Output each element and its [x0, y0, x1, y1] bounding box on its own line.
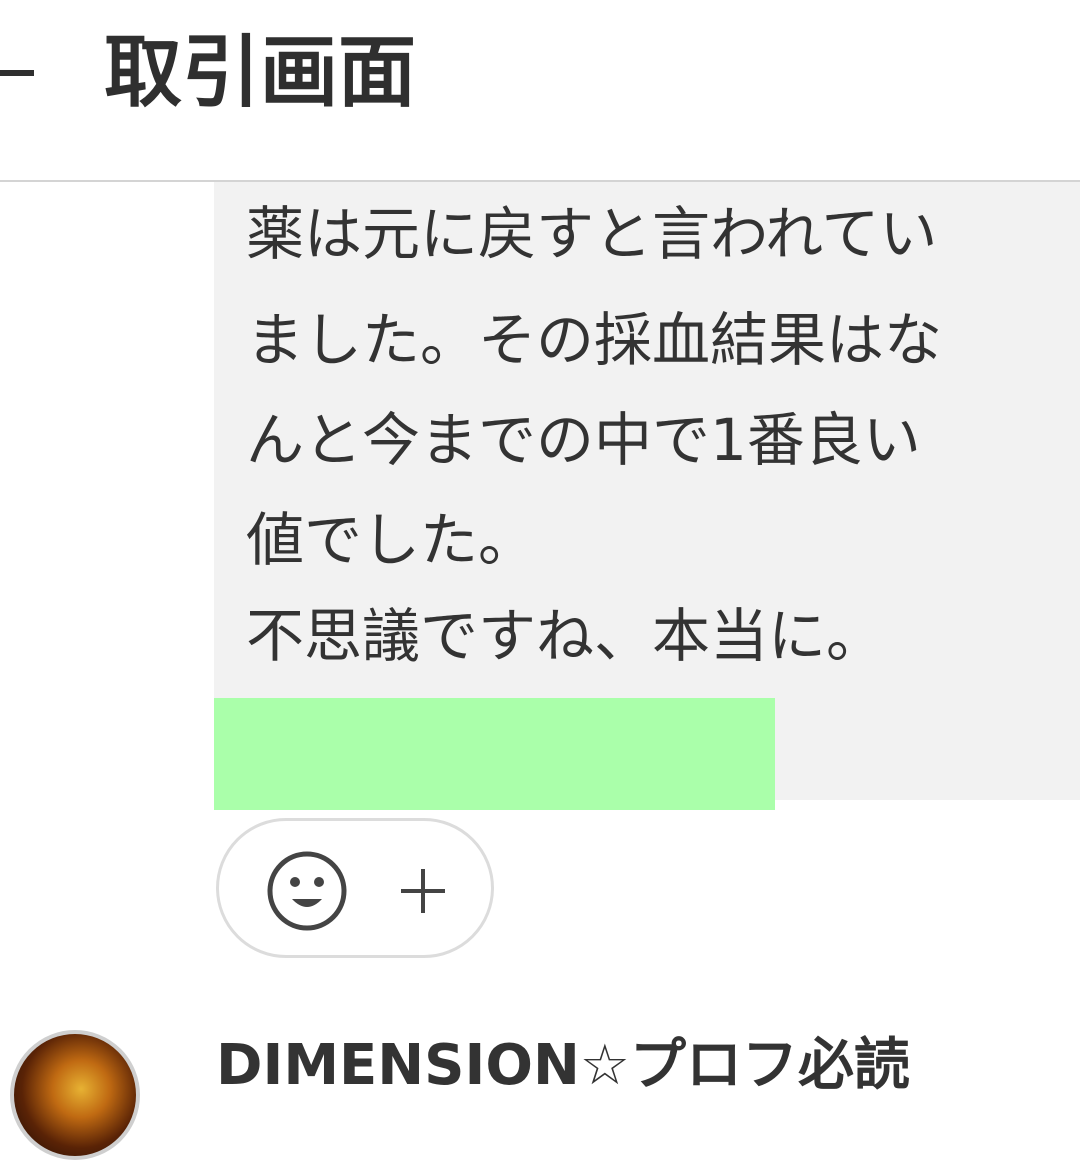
message-line: 不思議ですね、本当に。: [246, 602, 885, 670]
message-line: んと今までの中で1番良い: [246, 406, 921, 474]
plus-icon[interactable]: [395, 863, 451, 919]
redaction-block: [214, 698, 775, 810]
page-title: 取引画面: [104, 28, 417, 118]
message-line: ました。その採血結果はな: [246, 306, 943, 374]
reaction-bar[interactable]: [216, 818, 494, 958]
username[interactable]: DIMENSION☆プロフ必読: [216, 1030, 910, 1102]
message-line: 薬は元に戻すと言われてい: [246, 200, 938, 268]
message-line: 値でした。: [246, 506, 537, 574]
avatar[interactable]: [10, 1030, 140, 1160]
smiley-icon[interactable]: [265, 849, 349, 933]
header-bar: 取引画面: [0, 0, 1080, 182]
back-icon[interactable]: [0, 70, 34, 76]
